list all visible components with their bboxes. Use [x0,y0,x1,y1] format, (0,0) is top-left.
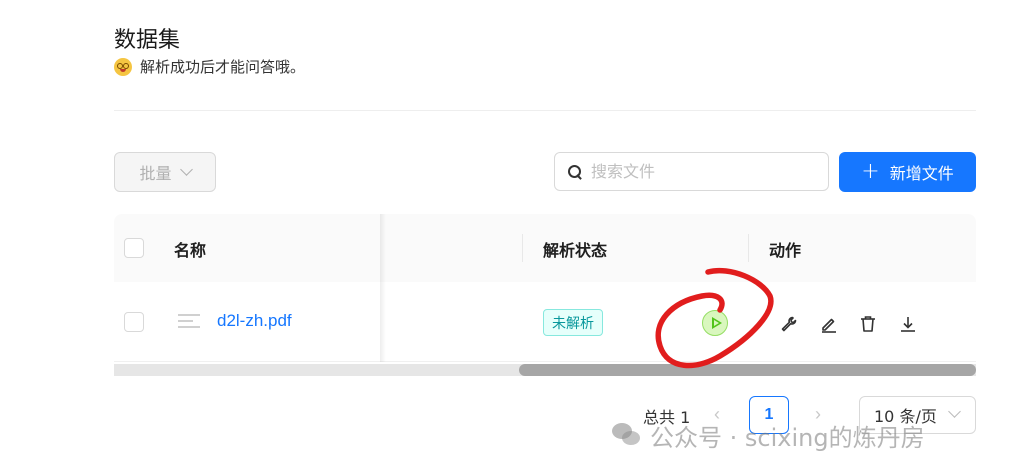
column-header-status[interactable]: 解析状态 [543,237,607,261]
horizontal-scrollbar-thumb[interactable] [519,364,976,376]
column-header-name[interactable]: 名称 [174,237,206,261]
emoji-face-icon [114,57,132,76]
edit-icon[interactable] [819,314,839,334]
watermark: 公众号 · scixing的炼丹房 [612,418,925,453]
column-separator [522,234,523,262]
batch-button-label: 批量 [139,164,172,183]
wechat-icon [612,422,642,449]
chevron-down-icon [179,163,193,176]
batch-button[interactable]: 批量 [114,152,216,192]
add-file-label: 新增文件 [889,164,954,183]
watermark-text: 公众号 · scixing的炼丹房 [650,424,925,452]
wrench-icon[interactable] [779,314,799,334]
row-checkbox[interactable] [124,312,144,332]
sticky-column-shadow [380,214,386,362]
subtitle: 解析成功后才能问答哦。 [114,56,305,77]
search-input[interactable] [591,162,811,181]
plus-icon: + [861,159,880,184]
status-badge: 未解析 [543,309,603,336]
run-icon[interactable] [702,310,728,336]
file-name-link[interactable]: d2l-zh.pdf [217,311,292,331]
chevron-down-icon [948,405,961,418]
subtitle-text: 解析成功后才能问答哦。 [140,58,306,76]
file-icon [178,310,200,332]
select-all-checkbox[interactable] [124,238,144,258]
column-separator [748,234,749,262]
page-title: 数据集 [114,28,181,53]
add-file-button[interactable]: + 新增文件 [839,152,976,192]
delete-icon[interactable] [858,314,878,334]
search-box[interactable] [554,152,829,191]
column-header-actions: 动作 [769,241,802,260]
divider [114,110,976,111]
search-icon [567,164,583,180]
download-icon[interactable] [898,314,918,334]
